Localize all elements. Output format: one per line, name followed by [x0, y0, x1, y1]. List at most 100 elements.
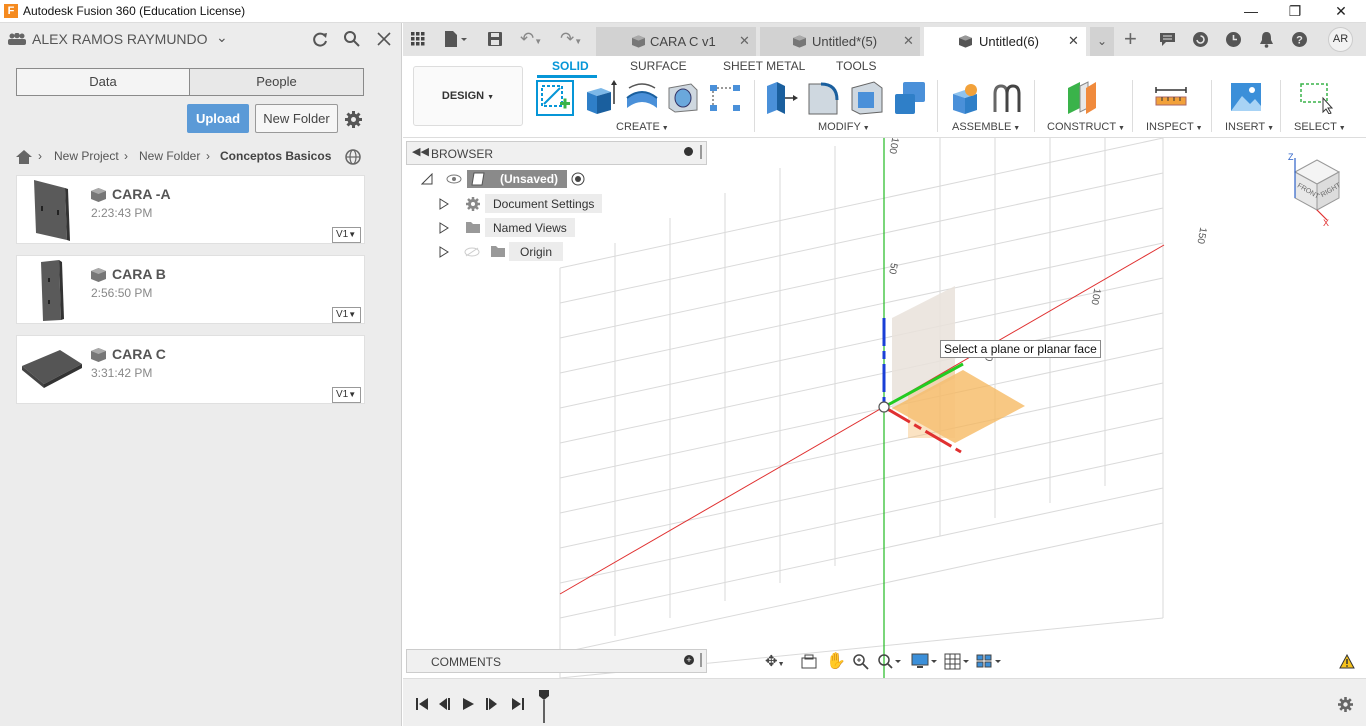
- offset-plane-icon[interactable]: [1066, 80, 1098, 116]
- version-dropdown[interactable]: V1▼: [332, 387, 361, 403]
- activate-radio-icon[interactable]: [571, 172, 585, 186]
- file-card[interactable]: CARA -A 2:23:43 PM V1▼: [16, 175, 365, 244]
- timeline-marker[interactable]: [538, 689, 550, 723]
- collapse-panel-icon[interactable]: ◀◀: [412, 145, 429, 158]
- settings-gear-icon[interactable]: [344, 110, 363, 129]
- step-back-icon[interactable]: [437, 697, 451, 711]
- version-dropdown[interactable]: V1▼: [332, 227, 361, 243]
- hidden-eye-icon[interactable]: [464, 247, 480, 257]
- expand-triangle-icon[interactable]: [439, 198, 449, 210]
- globe-icon[interactable]: [345, 149, 361, 165]
- file-card[interactable]: CARA B 2:56:50 PM V1▼: [16, 255, 365, 324]
- tab-sheet-metal[interactable]: SHEET METAL: [723, 59, 805, 73]
- zoom-icon[interactable]: [852, 653, 869, 670]
- insert-menu[interactable]: INSERT ▼: [1225, 121, 1274, 133]
- insert-image-icon[interactable]: [1230, 82, 1262, 112]
- chevron-down-icon[interactable]: ⌄: [216, 29, 228, 46]
- workspace-switcher[interactable]: DESIGN ▼: [413, 66, 523, 126]
- step-forward-icon[interactable]: [485, 697, 499, 711]
- close-tab-icon[interactable]: ✕: [903, 33, 914, 49]
- comments-panel-header[interactable]: COMMENTS +: [406, 649, 707, 673]
- select-menu[interactable]: SELECT ▼: [1294, 121, 1346, 133]
- view-cube-graphic[interactable]: [1283, 150, 1358, 230]
- upload-button[interactable]: Upload: [187, 104, 249, 133]
- modify-menu[interactable]: MODIFY ▼: [818, 121, 870, 133]
- redo-icon[interactable]: ↷▼: [560, 29, 582, 49]
- play-icon[interactable]: [461, 697, 475, 711]
- shell-icon[interactable]: [850, 80, 884, 116]
- doc-tab-untitled-6[interactable]: Untitled(6) ✕: [924, 27, 1086, 56]
- visibility-eye-icon[interactable]: [446, 174, 462, 184]
- pan-hand-icon[interactable]: ✋: [826, 651, 846, 671]
- close-window-button[interactable]: ✕: [1318, 0, 1364, 23]
- warning-icon[interactable]: [1339, 654, 1355, 669]
- file-menu-icon[interactable]: [443, 30, 467, 48]
- home-icon[interactable]: [16, 150, 32, 164]
- panel-grip-icon[interactable]: [700, 145, 702, 159]
- doc-tab-untitled-5[interactable]: Untitled*(5) ✕: [760, 27, 920, 56]
- tree-item-document-settings[interactable]: Document Settings: [485, 194, 603, 213]
- sync-icon[interactable]: [1192, 31, 1209, 48]
- version-dropdown[interactable]: V1▼: [332, 307, 361, 323]
- collapse-triangle-icon[interactable]: [421, 173, 433, 185]
- hole-icon[interactable]: [667, 82, 699, 114]
- close-tab-icon[interactable]: ✕: [739, 33, 750, 49]
- extrude-icon[interactable]: [583, 80, 617, 116]
- user-avatar[interactable]: AR: [1328, 27, 1353, 52]
- save-icon[interactable]: [487, 31, 503, 47]
- go-to-start-icon[interactable]: [415, 697, 429, 711]
- notifications-bell-icon[interactable]: [1259, 31, 1274, 48]
- file-card[interactable]: CARA C 3:31:42 PM V1▼: [16, 335, 365, 404]
- view-cube[interactable]: Z X FRONT RIGHT: [1283, 150, 1358, 230]
- window-select-icon[interactable]: [1299, 82, 1333, 114]
- fillet-icon[interactable]: [807, 80, 841, 116]
- new-folder-button[interactable]: New Folder: [255, 104, 338, 133]
- job-status-icon[interactable]: [1225, 31, 1242, 48]
- tree-item-named-views[interactable]: Named Views: [485, 218, 575, 237]
- revolve-icon[interactable]: [625, 82, 659, 114]
- expand-triangle-icon[interactable]: [439, 246, 449, 258]
- new-component-icon[interactable]: [947, 82, 981, 116]
- search-icon[interactable]: [343, 30, 361, 48]
- joint-icon[interactable]: [991, 82, 1023, 116]
- minimize-button[interactable]: —: [1228, 0, 1274, 23]
- tab-surface[interactable]: SURFACE: [630, 59, 687, 73]
- close-tab-icon[interactable]: ✕: [1068, 33, 1079, 49]
- tab-overflow-button[interactable]: ⌄: [1090, 27, 1114, 56]
- pattern-icon[interactable]: [708, 83, 742, 113]
- refresh-icon[interactable]: [312, 31, 329, 48]
- close-icon[interactable]: [377, 32, 391, 46]
- fit-zoom-icon[interactable]: [877, 653, 903, 670]
- tab-people[interactable]: People: [189, 68, 364, 96]
- look-at-icon[interactable]: [801, 654, 817, 669]
- component-root-highlight[interactable]: (Unsaved): [467, 170, 567, 188]
- browser-panel-header[interactable]: ◀◀ BROWSER: [406, 141, 707, 165]
- assemble-menu[interactable]: ASSEMBLE ▼: [952, 121, 1020, 133]
- panel-grip-icon[interactable]: [700, 653, 702, 667]
- grid-settings-icon[interactable]: [944, 653, 972, 670]
- construct-menu[interactable]: CONSTRUCT ▼: [1047, 121, 1125, 133]
- go-to-end-icon[interactable]: [511, 697, 525, 711]
- canvas-viewport[interactable]: 100 50 50 100 150 Select a plane or plan…: [403, 138, 1366, 678]
- measure-icon[interactable]: [1154, 86, 1188, 108]
- display-settings-icon[interactable]: [911, 653, 939, 670]
- help-icon[interactable]: ?: [1291, 31, 1308, 48]
- tree-item-origin[interactable]: Origin: [509, 242, 564, 261]
- orbit-icon[interactable]: ✥▼: [765, 652, 785, 670]
- viewports-icon[interactable]: [976, 653, 1004, 670]
- press-pull-icon[interactable]: [765, 80, 799, 116]
- timeline-settings-gear-icon[interactable]: [1337, 696, 1354, 713]
- create-sketch-icon[interactable]: [536, 80, 574, 116]
- tab-solid[interactable]: SOLID: [552, 59, 589, 73]
- minimize-panel-icon[interactable]: [684, 147, 693, 156]
- chat-icon[interactable]: [1159, 32, 1176, 47]
- doc-tab-cara-c[interactable]: CARA C v1 ✕: [596, 27, 756, 56]
- add-comment-icon[interactable]: +: [684, 655, 694, 665]
- combine-icon[interactable]: [893, 80, 927, 116]
- inspect-menu[interactable]: INSPECT ▼: [1146, 121, 1203, 133]
- expand-triangle-icon[interactable]: [439, 222, 449, 234]
- breadcrumb-new-project[interactable]: New Project: [54, 149, 119, 163]
- breadcrumb-new-folder[interactable]: New Folder: [139, 149, 200, 163]
- new-tab-icon[interactable]: +: [1124, 26, 1137, 52]
- tab-tools[interactable]: TOOLS: [836, 59, 876, 73]
